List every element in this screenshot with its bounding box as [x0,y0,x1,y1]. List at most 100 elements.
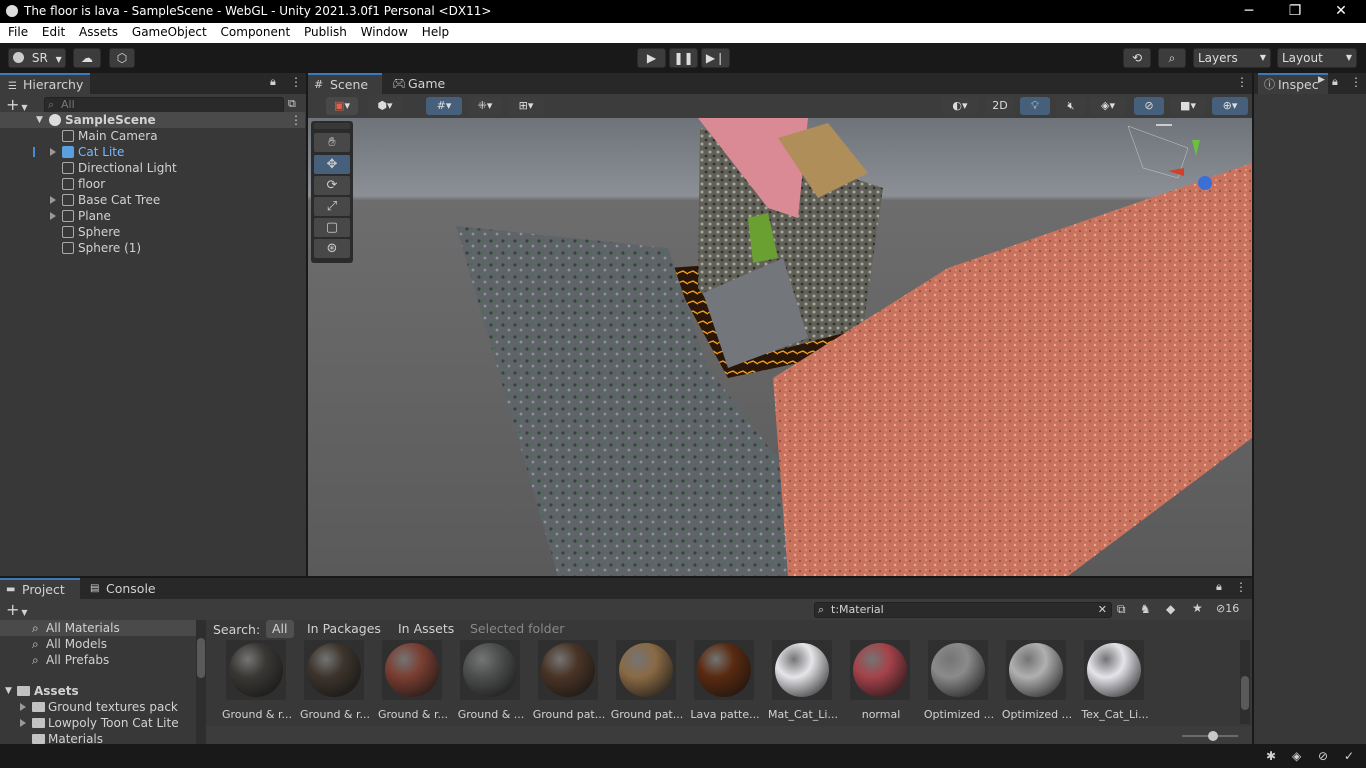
audio-toggle[interactable]: 🔇︎ [1056,97,1086,115]
menu-edit[interactable]: Edit [34,23,65,39]
tab-console[interactable]: ▤ Console [84,578,164,599]
more-icon[interactable]: ⋮ [290,112,302,128]
layers-dropdown[interactable]: Layers ▼ [1193,48,1271,68]
mode-2d-button[interactable]: 2D [985,97,1015,115]
filter-in-assets[interactable]: In Assets [392,620,460,638]
search-by-type-icon[interactable]: ⧉ [1117,602,1126,617]
search-by-label-icon[interactable]: ♞ [1140,602,1151,616]
create-asset-button[interactable]: + ▼ [6,600,28,619]
cloud-button[interactable]: ☁ [73,48,101,68]
hierarchy-item[interactable]: Sphere [0,224,305,240]
play-button[interactable]: ▶ [637,48,666,68]
lock-icon[interactable]: 🔒︎ [1332,75,1338,89]
material-asset[interactable]: Ground & r... [378,640,448,721]
collab-button[interactable]: ⬡ [109,48,135,68]
scrollbar-thumb[interactable] [1241,676,1249,710]
hierarchy-item[interactable]: Cat Lite [0,144,305,160]
favorite-all-materials[interactable]: ⌕ All Materials [0,620,196,636]
search-button[interactable]: ⌕ [1158,48,1186,68]
menu-publish[interactable]: Publish [296,23,347,39]
assets-root[interactable]: ▼ Assets [0,683,196,699]
hand-tool-button[interactable]: ✋︎ [314,133,350,152]
camera-dropdown[interactable]: ■▾ [1170,97,1206,115]
hierarchy-item[interactable]: Base Cat Tree [0,192,305,208]
hierarchy-item[interactable]: Main Camera [0,128,305,144]
menu-gameobject[interactable]: GameObject [124,23,207,39]
expand-arrow-icon[interactable]: ▼ [5,683,12,699]
grid-visibility-button[interactable]: ⊞▾ [508,97,544,115]
results-scrollbar[interactable] [1240,640,1250,724]
tab-game[interactable]: 🎮︎ Game [386,73,456,94]
close-button[interactable]: ✕ [1318,0,1364,23]
material-asset[interactable]: Tex_Cat_Li... [1081,640,1149,721]
more-icon[interactable]: ⋮ [1350,75,1362,89]
project-tree-scrollbar[interactable] [196,620,206,744]
menu-help[interactable]: Help [414,23,449,39]
filter-all[interactable]: All [266,620,294,638]
expand-arrow-icon[interactable] [50,148,56,156]
bug-icon[interactable]: ✱ [1266,749,1276,763]
rotate-tool-button[interactable]: ⟳ [314,176,350,195]
material-asset[interactable]: Optimized ... [1002,640,1072,721]
scene-row[interactable]: ▼ SampleScene ⋮ [0,112,305,128]
layout-dropdown[interactable]: Layout ▼ [1277,48,1357,68]
hidden-objects-toggle[interactable]: ⊘ [1134,97,1164,115]
cache-icon[interactable]: ◈ [1292,749,1301,763]
tab-project[interactable]: ▬ Project [0,578,80,599]
filter-in-packages[interactable]: In Packages [301,620,387,638]
account-dropdown[interactable]: SR ▼ [8,48,66,68]
check-icon[interactable]: ✓ [1344,749,1354,763]
gizmos-dropdown[interactable]: ⊕▾ [1212,97,1248,115]
material-asset[interactable]: Mat_Cat_Li... [768,640,838,721]
menu-file[interactable]: File [0,23,28,39]
favorite-all-models[interactable]: ⌕ All Models [0,636,196,652]
filter-icon[interactable]: ⧉ [288,97,296,111]
scrollbar-thumb[interactable] [197,638,205,678]
lock-icon[interactable]: 🔒︎ [270,75,276,89]
shading-dropdown[interactable]: ◐▾ [942,97,978,115]
effects-dropdown[interactable]: ◈▾ [1090,97,1126,115]
lock-icon[interactable]: 🔒︎ [1216,580,1222,594]
folder-materials[interactable]: Materials [0,731,196,747]
scene-viewport[interactable]: ✋︎ ✥ ⟳ ⤢ ▢ ⊛ [308,118,1252,576]
hierarchy-search-input[interactable]: ⌕ All [44,97,284,113]
material-asset[interactable]: normal [850,640,912,721]
clear-search-icon[interactable]: ✕ [1098,603,1107,617]
debug-off-icon[interactable]: ⊘ [1318,749,1328,763]
tag-icon[interactable]: ◆ [1166,602,1175,616]
transform-tool-button[interactable]: ⊛ [314,239,350,258]
expand-arrow-icon[interactable] [50,212,56,220]
minimize-button[interactable]: ─ [1226,0,1272,23]
project-search-input[interactable]: ⌕ t:Material ✕ [814,602,1112,618]
hierarchy-item[interactable]: Sphere (1) [0,240,305,256]
step-button[interactable]: ▶❘ [701,48,730,68]
zoom-slider-thumb[interactable] [1208,731,1218,741]
tab-hierarchy[interactable]: ☰ Hierarchy [0,73,90,94]
hierarchy-item[interactable]: Directional Light [0,160,305,176]
tab-scene[interactable]: # Scene [308,73,382,94]
material-asset[interactable]: Ground & r... [300,640,370,721]
move-tool-button[interactable]: ✥ [314,155,350,174]
snap-increment-button[interactable]: ⁜▾ [468,97,502,115]
hierarchy-item[interactable]: Plane [0,208,305,224]
restore-button[interactable]: ❐ [1272,0,1318,23]
expand-arrow-icon[interactable]: ▼ [36,112,43,128]
render-mode-dropdown[interactable]: ⬢▾ [368,97,402,115]
tool-palette-handle[interactable] [314,123,350,129]
folder-ground-textures[interactable]: Ground textures pack [0,699,196,715]
material-asset[interactable]: Lava patte... [690,640,760,721]
grid-snap-button[interactable]: #▾ [426,97,462,115]
more-icon[interactable]: ⋮ [1235,580,1247,594]
material-asset[interactable]: Optimized ... [924,640,994,721]
material-asset[interactable]: Ground & r... [222,640,292,721]
menu-window[interactable]: Window [353,23,408,39]
favorite-star-icon[interactable]: ★ [1192,601,1203,615]
scale-tool-button[interactable]: ⤢ [314,197,350,216]
favorite-all-prefabs[interactable]: ⌕ All Prefabs [0,652,196,668]
chevron-right-icon[interactable]: ▶ [1318,75,1325,85]
pause-button[interactable]: ❚❚ [669,48,698,68]
material-asset[interactable]: Ground pat... [611,640,683,721]
hidden-packages-icon[interactable]: ⊘16 [1216,602,1239,615]
draw-mode-dropdown[interactable]: ▣▾ [326,97,358,115]
hierarchy-item[interactable]: floor [0,176,305,192]
